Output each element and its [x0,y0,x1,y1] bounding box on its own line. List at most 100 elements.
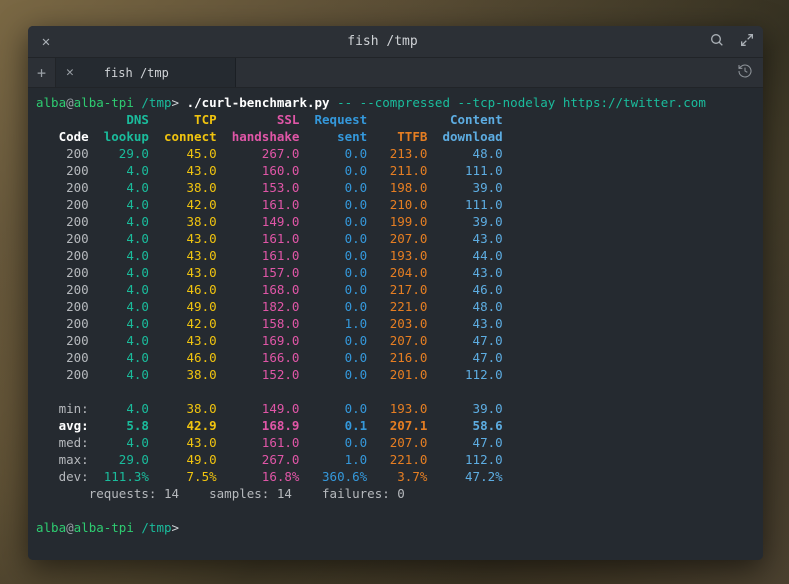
prompt-path: /tmp [141,95,171,110]
stat-tcp: 7.5% [149,469,217,484]
tab-label: fish /tmp [84,66,225,80]
hdr-connect: connect [149,129,217,144]
row-tcp: 43.0 [149,231,217,246]
row-ssl: 161.0 [217,197,300,212]
row-ttfb: 199.0 [367,214,427,229]
stat-tcp: 42.9 [149,418,217,433]
hdr-req: Request [299,112,367,127]
stat-sent: 1.0 [299,452,367,467]
stat-dns: 4.0 [89,401,149,416]
row-ssl: 153.0 [217,180,300,195]
row-dl: 44.0 [427,248,502,263]
row-code: 200 [36,231,89,246]
row-dns: 29.0 [89,146,149,161]
history-icon[interactable] [737,63,753,82]
row-code: 200 [36,180,89,195]
stat-ttfb: 193.0 [367,401,427,416]
row-dl: 111.0 [427,197,502,212]
row-dns: 4.0 [89,180,149,195]
req-label: requests: [89,486,164,501]
row-code: 200 [36,214,89,229]
stat-ssl: 168.9 [217,418,300,433]
stat-dns: 5.8 [89,418,149,433]
stat-label: min: [36,401,89,416]
row-ssl: 166.0 [217,350,300,365]
row-ssl: 158.0 [217,316,300,331]
row-code: 200 [36,265,89,280]
row-sent: 0.0 [299,248,367,263]
prompt2-host: alba-tpi [74,520,134,535]
row-sent: 0.0 [299,282,367,297]
row-dns: 4.0 [89,316,149,331]
titlebar-actions [709,32,755,51]
row-sent: 0.0 [299,214,367,229]
tab-close-icon[interactable]: ✕ [66,65,74,80]
row-code: 200 [36,316,89,331]
row-tcp: 38.0 [149,367,217,382]
row-dl: 39.0 [427,214,502,229]
terminal-window: ✕ fish /tmp + ✕ fish /tmp alba@alba-tpi … [28,26,763,560]
stat-ssl: 16.8% [217,469,300,484]
row-dl: 43.0 [427,231,502,246]
row-sent: 0.0 [299,197,367,212]
row-tcp: 43.0 [149,163,217,178]
row-tcp: 42.0 [149,197,217,212]
row-code: 200 [36,350,89,365]
tabbar-spacer [236,58,763,87]
row-tcp: 38.0 [149,214,217,229]
row-sent: 1.0 [299,316,367,331]
row-ssl: 267.0 [217,146,300,161]
tabbar: + ✕ fish /tmp [28,58,763,88]
row-dl: 111.0 [427,163,502,178]
row-tcp: 45.0 [149,146,217,161]
hdr-content: Content [427,112,502,127]
stat-label: dev: [36,469,89,484]
row-dl: 46.0 [427,282,502,297]
terminal-body[interactable]: alba@alba-tpi /tmp> ./curl-benchmark.py … [28,88,763,560]
row-sent: 0.0 [299,350,367,365]
fail-val: 0 [397,486,405,501]
row-sent: 0.0 [299,231,367,246]
new-tab-button[interactable]: + [28,58,56,87]
prompt2-user: alba [36,520,66,535]
req-val: 14 [164,486,179,501]
hdr-sent: sent [299,129,367,144]
stat-tcp: 49.0 [149,452,217,467]
row-ssl: 149.0 [217,214,300,229]
row-ttfb: 193.0 [367,248,427,263]
row-ttfb: 211.0 [367,163,427,178]
row-dns: 4.0 [89,163,149,178]
prompt2-path: /tmp [141,520,171,535]
stat-sent: 0.0 [299,401,367,416]
row-ttfb: 221.0 [367,299,427,314]
stat-dl: 47.2% [427,469,502,484]
row-dns: 4.0 [89,265,149,280]
search-icon[interactable] [709,32,725,51]
row-sent: 0.0 [299,146,367,161]
stat-ttfb: 221.0 [367,452,427,467]
row-dns: 4.0 [89,214,149,229]
stat-dl: 112.0 [427,452,502,467]
stat-ttfb: 3.7% [367,469,427,484]
prompt-at: @ [66,95,74,110]
row-code: 200 [36,282,89,297]
row-dns: 4.0 [89,197,149,212]
expand-icon[interactable] [739,32,755,51]
stat-tcp: 38.0 [149,401,217,416]
tab-fish[interactable]: ✕ fish /tmp [56,58,236,87]
row-ttfb: 216.0 [367,350,427,365]
row-code: 200 [36,333,89,348]
row-code: 200 [36,163,89,178]
row-tcp: 38.0 [149,180,217,195]
stat-dns: 29.0 [89,452,149,467]
row-dl: 48.0 [427,146,502,161]
window-title: fish /tmp [56,34,709,49]
close-icon[interactable]: ✕ [36,34,56,50]
row-sent: 0.0 [299,265,367,280]
titlebar[interactable]: ✕ fish /tmp [28,26,763,58]
stat-ssl: 161.0 [217,435,300,450]
command: ./curl-benchmark.py [187,95,330,110]
hdr-download: download [427,129,502,144]
stat-dl: 47.0 [427,435,502,450]
row-tcp: 46.0 [149,282,217,297]
